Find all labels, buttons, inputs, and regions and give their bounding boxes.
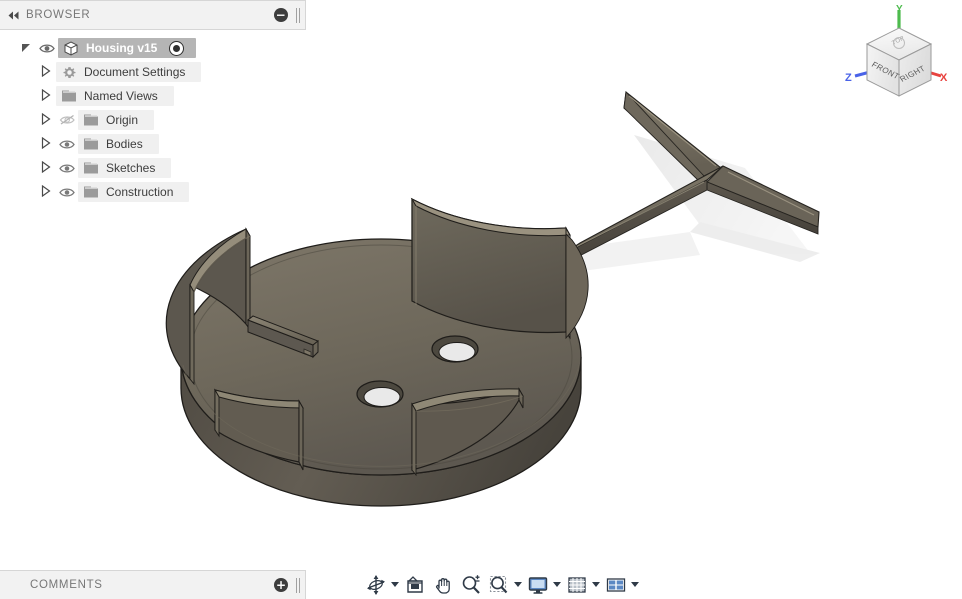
model-hole-upper — [431, 335, 479, 363]
tree-item-origin[interactable]: Origin — [0, 108, 306, 132]
minimize-browser-icon[interactable]: − — [274, 8, 288, 22]
zoom-magnifier-icon[interactable] — [458, 573, 484, 597]
tree-item-label: Housing v15 — [86, 41, 158, 55]
browser-resize-grip[interactable] — [294, 7, 301, 23]
gear-icon — [58, 65, 80, 80]
model-hole-lower — [356, 380, 404, 408]
comments-title: COMMENTS — [30, 579, 103, 591]
tree-item-label: Origin — [106, 113, 139, 127]
expander-collapsed-icon[interactable] — [36, 88, 56, 104]
expander-expanded-icon[interactable] — [16, 42, 36, 54]
axis-label-z: Z — [845, 72, 852, 84]
folder-icon — [80, 137, 102, 151]
browser-header: BROWSER − — [0, 0, 306, 30]
comments-resize-grip[interactable] — [294, 577, 301, 593]
tree-item-bodies[interactable]: Bodies — [0, 132, 306, 156]
toolbar-item-grid-snaps[interactable] — [564, 573, 601, 597]
tree-item-housing[interactable]: Housing v15 — [0, 36, 306, 60]
tree-item-document-settings[interactable]: Document Settings — [0, 60, 306, 84]
view-cube[interactable]: Y Z X FRONT RIGHT TOP — [840, 2, 952, 112]
folder-icon — [58, 89, 80, 103]
expander-collapsed-icon[interactable] — [36, 112, 56, 128]
component-cube-icon — [60, 40, 82, 56]
tree-item-named-views[interactable]: Named Views — [0, 84, 306, 108]
toolbar-item-display-settings[interactable] — [525, 573, 562, 597]
toolbar-item-viewports[interactable] — [603, 573, 640, 597]
browser-tree: Housing v15 Document Settings Named View… — [0, 30, 306, 204]
grid-snaps-icon[interactable] — [564, 573, 590, 597]
orbit-icon[interactable] — [363, 573, 389, 597]
expander-collapsed-icon[interactable] — [36, 136, 56, 152]
tree-item-label: Sketches — [106, 161, 156, 175]
activate-component-radio[interactable] — [169, 40, 185, 56]
tree-item-label: Named Views — [84, 89, 158, 103]
expander-collapsed-icon[interactable] — [36, 160, 56, 176]
visibility-eye-icon[interactable] — [36, 43, 58, 54]
viewports-dropdown-caret-icon[interactable] — [629, 573, 640, 597]
visibility-eye-hidden-icon[interactable] — [56, 114, 78, 126]
zoom-window-dropdown-caret-icon[interactable] — [512, 573, 523, 597]
folder-icon — [80, 113, 102, 127]
pan-hand-icon[interactable] — [430, 573, 456, 597]
viewcube-body[interactable]: FRONT RIGHT TOP — [865, 27, 933, 97]
toolbar-item-orbit[interactable] — [363, 573, 400, 597]
viewports-icon[interactable] — [603, 573, 629, 597]
model-housing-disc — [165, 197, 589, 507]
tree-item-label: Construction — [106, 185, 174, 199]
display-settings-dropdown-caret-icon[interactable] — [551, 573, 562, 597]
zoom-window-icon[interactable] — [486, 573, 512, 597]
tree-item-label: Bodies — [106, 137, 143, 151]
tree-item-label: Document Settings — [84, 65, 186, 79]
comments-panel: COMMENTS + — [0, 570, 306, 599]
navigation-toolbar — [355, 570, 648, 599]
display-settings-icon[interactable] — [525, 573, 551, 597]
axis-label-x: X — [940, 72, 948, 84]
collapse-panel-icon[interactable] — [0, 11, 26, 20]
grid-snaps-dropdown-caret-icon[interactable] — [590, 573, 601, 597]
visibility-eye-icon[interactable] — [56, 187, 78, 198]
toolbar-item-zoom-window[interactable] — [486, 573, 523, 597]
visibility-eye-icon[interactable] — [56, 163, 78, 174]
expander-collapsed-icon[interactable] — [36, 64, 56, 80]
toolbar-item-pan[interactable] — [430, 573, 456, 597]
folder-icon — [80, 161, 102, 175]
expander-collapsed-icon[interactable] — [36, 184, 56, 200]
toolbar-item-look-at[interactable] — [402, 573, 428, 597]
toolbar-item-zoom[interactable] — [458, 573, 484, 597]
browser-panel: BROWSER − Housing v15 Document Settings … — [0, 0, 306, 204]
folder-icon — [80, 185, 102, 199]
fusion-cad-window: Y Z X FRONT RIGHT TOP BROWSER − Housing … — [0, 0, 962, 599]
look-at-icon[interactable] — [402, 573, 428, 597]
tree-item-sketches[interactable]: Sketches — [0, 156, 306, 180]
visibility-eye-icon[interactable] — [56, 139, 78, 150]
tree-item-construction[interactable]: Construction — [0, 180, 306, 204]
add-comment-icon[interactable]: + — [274, 578, 288, 592]
orbit-dropdown-caret-icon[interactable] — [389, 573, 400, 597]
browser-title: BROWSER — [26, 9, 91, 21]
axis-label-y: Y — [896, 4, 903, 15]
